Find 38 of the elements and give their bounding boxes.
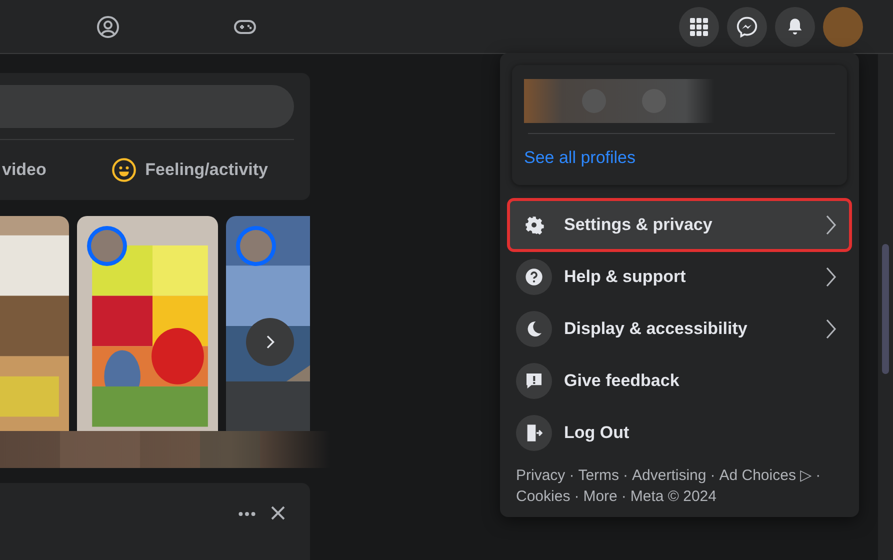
footer-link[interactable]: Ad Choices ▷ [719,465,812,486]
footer-link[interactable]: More [583,486,618,507]
notifications-button[interactable] [775,6,815,46]
see-all-profiles-link[interactable]: See all profiles [524,148,636,168]
help-icon [516,259,552,295]
separator-dot: · [574,487,580,507]
chevron-right-icon [825,214,837,236]
messenger-button[interactable] [727,6,767,46]
moon-icon [516,311,552,347]
menu-item[interactable]: Log Out [508,407,851,459]
logout-icon [516,415,552,451]
menu-item[interactable]: Settings & privacy [508,199,851,251]
footer-link[interactable]: Terms [578,465,620,486]
separator-dot: · [569,466,574,486]
separator-dot: · [710,466,716,486]
chevron-right-icon [825,266,837,288]
footer-link[interactable]: Privacy [516,465,566,486]
menu-item[interactable]: Display & accessibility [508,303,851,355]
separator-dot: · [816,466,821,486]
scrollbar[interactable] [878,54,893,560]
people-icon[interactable] [96,14,120,38]
feedback-icon [516,363,552,399]
footer-link[interactable]: Cookies [516,486,570,507]
smiley-icon [111,157,138,183]
separator-dot: · [621,487,626,507]
composer-action[interactable]: Feeling/activity [111,157,268,183]
composer-action[interactable]: video [2,160,46,180]
messenger-icon [736,16,758,38]
footer-link[interactable]: Advertising [632,465,706,486]
menu-item[interactable]: Give feedback [508,355,851,407]
separator-dot: · [623,466,628,486]
menu-button[interactable] [679,6,719,46]
chevron-right-icon [825,318,837,340]
close-icon[interactable] [270,505,286,521]
footer-link[interactable]: Meta © 2024 [630,486,716,507]
apps-icon [689,16,709,36]
more-icon[interactable] [238,511,256,517]
menu-item[interactable]: Help & support [508,251,851,303]
